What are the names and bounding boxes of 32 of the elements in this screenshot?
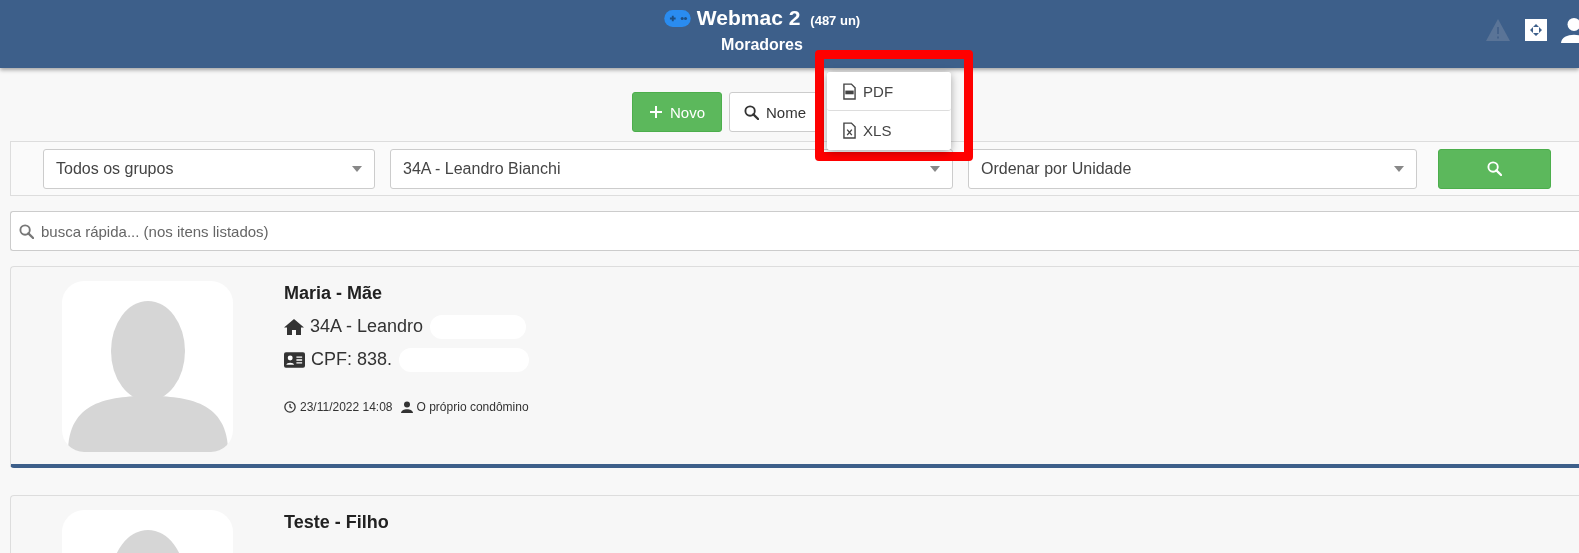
- caret-icon: [352, 165, 362, 172]
- caret-icon: [930, 165, 940, 172]
- pdf-export-item[interactable]: PDF: [827, 72, 952, 111]
- xls-export-item[interactable]: XLS: [827, 111, 952, 150]
- cpf-text: CPF: 838.: [311, 349, 393, 370]
- clock-icon: [284, 401, 296, 413]
- xls-file-icon: [843, 122, 857, 139]
- unit-text: 34A - Leandro: [310, 316, 424, 337]
- caret-icon: [1394, 165, 1404, 172]
- person-icon: [400, 401, 413, 413]
- plus-icon: [649, 105, 663, 119]
- unit-count: (487 un): [810, 13, 861, 28]
- resident-name: Maria - Mãe: [284, 283, 384, 304]
- home-icon: [284, 317, 304, 336]
- select-field[interactable]: Todos os grupos: [43, 148, 375, 189]
- fullscreen-icon: [1525, 19, 1547, 41]
- app-name: Webmac 2: [696, 6, 801, 30]
- gamepad-icon: [663, 9, 691, 27]
- select-field[interactable]: Ordenar por Unidade: [968, 148, 1417, 189]
- warning-icon: [1485, 18, 1511, 42]
- search-icon: [744, 104, 760, 120]
- search-button[interactable]: [1438, 148, 1551, 189]
- date-text: 23/11/2022 14:08: [300, 400, 393, 414]
- id-card-icon: [284, 351, 305, 368]
- registered-by-text: O próprio condômino: [416, 400, 529, 414]
- page-title: Moradores: [721, 36, 803, 54]
- search-icon: [1487, 161, 1502, 176]
- resident-name: Teste - Filho: [284, 512, 389, 533]
- search-icon: [19, 224, 34, 239]
- select-field[interactable]: 34A - Leandro Bianchi: [390, 148, 953, 189]
- quick-search-field[interactable]: busca rápida... (nos itens listados): [10, 211, 1579, 251]
- pdf-file-icon: [843, 82, 857, 100]
